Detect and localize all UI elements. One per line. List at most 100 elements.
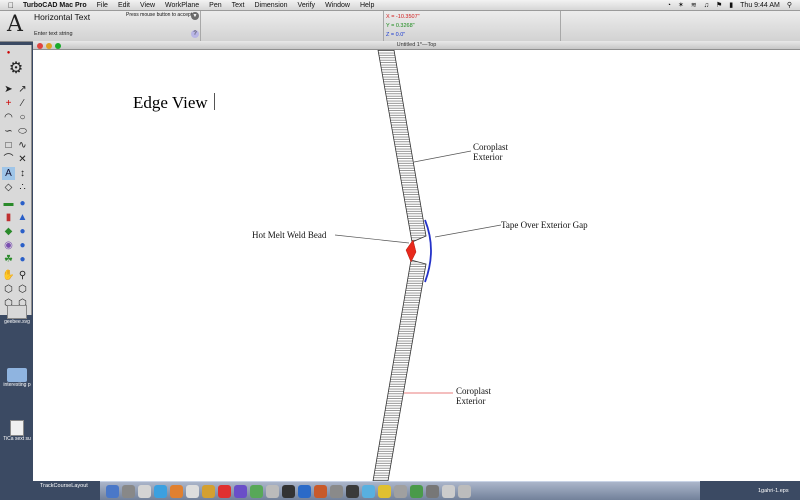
menu-list: TurboCAD Mac Pro File Edit View WorkPlan… — [23, 0, 374, 11]
menu-file[interactable]: File — [97, 0, 108, 11]
firefox-icon[interactable] — [170, 484, 183, 498]
menu-pen[interactable]: Pen — [209, 0, 221, 11]
app-icon[interactable] — [314, 484, 327, 498]
app-icon[interactable] — [394, 484, 407, 498]
select-node-icon[interactable]: ↗ — [16, 83, 29, 96]
arc-icon[interactable]: ◠ — [2, 111, 15, 124]
curve-icon[interactable]: ∽ — [2, 125, 15, 138]
menu-workplane[interactable]: WorkPlane — [165, 0, 199, 11]
pan-hand-icon[interactable]: ✋ — [2, 269, 15, 282]
minimize-window-icon[interactable] — [46, 42, 52, 49]
app-icon[interactable] — [378, 484, 391, 498]
dock — [100, 481, 700, 500]
leader-weld — [334, 234, 410, 244]
close-window-icon[interactable] — [37, 42, 43, 49]
app-icon[interactable] — [426, 484, 439, 498]
menu-view[interactable]: View — [140, 0, 155, 11]
terminal-icon[interactable] — [282, 484, 295, 498]
zoom-icon[interactable]: ⚲ — [16, 269, 29, 282]
view-cube-icon[interactable]: ⬡ — [2, 283, 15, 296]
finder-icon[interactable] — [106, 484, 119, 498]
view-iso-icon[interactable]: ⬡ — [16, 283, 29, 296]
box-icon[interactable]: ▮ — [2, 211, 15, 224]
iphoto-icon[interactable] — [250, 484, 263, 498]
battery-icon[interactable]: ▮ — [729, 0, 733, 11]
app-icon[interactable] — [330, 484, 343, 498]
calendar-icon[interactable] — [218, 484, 231, 498]
trash-icon[interactable] — [458, 484, 471, 498]
zoom-window-icon[interactable] — [55, 42, 61, 49]
preview-icon[interactable] — [202, 484, 215, 498]
boolean-icon[interactable]: ● — [16, 239, 29, 252]
revolve-icon[interactable]: ◆ — [2, 225, 15, 238]
dashboard-icon[interactable] — [122, 484, 135, 498]
app-icon[interactable] — [362, 484, 375, 498]
document-icon — [10, 420, 24, 436]
coordinate-readout: X = -10.3507" Y = 0.3268" Z = 0.0" — [386, 13, 420, 40]
render-icon[interactable]: ● — [16, 253, 29, 266]
plane-icon[interactable]: ▬ — [2, 197, 15, 210]
turbocad-icon[interactable] — [298, 484, 311, 498]
menu-verify[interactable]: Verify — [298, 0, 316, 11]
eraser-icon[interactable]: ◇ — [2, 181, 15, 194]
spline-icon[interactable]: ∿ — [16, 139, 29, 152]
text-tool-icon[interactable]: A — [2, 167, 15, 180]
textedit-icon[interactable] — [186, 484, 199, 498]
drawing-canvas[interactable]: Edge View Coroplast Exterior Tape Over E… — [33, 50, 800, 481]
desktop-file-eps[interactable]: 1gahri-1.eps — [758, 488, 789, 494]
ellipse-icon[interactable]: ⬭ — [16, 125, 29, 138]
app-icon[interactable] — [410, 484, 423, 498]
menu-edit[interactable]: Edit — [118, 0, 130, 11]
label-coroplast-bottom: Coroplast Exterior — [456, 386, 491, 406]
edge-view-drawing — [334, 50, 502, 481]
label-weld: Hot Melt Weld Bead — [252, 230, 327, 240]
trim-icon[interactable]: ✕ — [16, 153, 29, 166]
flag-icon[interactable]: ⚑ — [716, 0, 722, 11]
system-prefs-icon[interactable] — [266, 484, 279, 498]
menu-window[interactable]: Window — [325, 0, 350, 11]
menu-text[interactable]: Text — [232, 0, 245, 11]
select-arrow-icon[interactable]: ➤ — [2, 83, 15, 96]
coord-x: X = -10.3507" — [386, 14, 420, 20]
desktop-file-geebee[interactable]: geebee.svg — [0, 305, 34, 325]
extrude-icon[interactable]: ▲ — [16, 211, 29, 224]
sphere-icon[interactable]: ● — [16, 197, 29, 210]
tool-palette: ● ⚙ ➤ ↗ + ∕ ◠ ○ ∽ ⬭ □ ∿ ⌒ ✕ A ↕ ◇ ∴ ▬ ● … — [0, 45, 32, 315]
surface-icon[interactable]: ◉ — [2, 239, 15, 252]
app-icon[interactable] — [346, 484, 359, 498]
material-icon[interactable]: ☘ — [2, 253, 15, 266]
help-icon[interactable]: ? — [191, 30, 199, 38]
circle-icon[interactable]: ○ — [16, 111, 29, 124]
menu-dimension[interactable]: Dimension — [254, 0, 287, 11]
menu-app[interactable]: TurboCAD Mac Pro — [23, 0, 87, 11]
lower-coroplast-panel — [372, 259, 427, 481]
point-icon[interactable]: + — [2, 97, 15, 110]
rectangle-icon[interactable]: □ — [2, 139, 15, 152]
solid-icon[interactable]: ● — [16, 225, 29, 238]
spotlight-icon[interactable]: ⚲ — [787, 0, 792, 11]
safari-icon[interactable] — [154, 484, 167, 498]
desktop-file-tica[interactable]: TiCa sext su — [0, 420, 34, 442]
bluetooth-icon[interactable]: ✶ — [678, 0, 684, 11]
line-icon[interactable]: ∕ — [16, 97, 29, 110]
desktop-file-label: TiCa sext su — [3, 436, 31, 442]
drawing-window: Untitled 1*—Top Edge View Coroplast Exte… — [33, 41, 800, 481]
nodes-icon[interactable]: ∴ — [16, 181, 29, 194]
fillet-icon[interactable]: ⌒ — [2, 153, 15, 166]
itunes-icon[interactable] — [234, 484, 247, 498]
tape-strip — [424, 219, 432, 283]
volume-icon[interactable]: ♫ — [704, 0, 709, 11]
options-dropdown-icon[interactable]: ▼ — [191, 12, 199, 20]
mail-icon[interactable] — [138, 484, 151, 498]
apple-menu-icon[interactable]:  — [8, 0, 14, 11]
menu-help[interactable]: Help — [360, 0, 374, 11]
wifi-icon[interactable]: ≋ — [691, 0, 697, 11]
downloads-stack-icon[interactable] — [442, 484, 455, 498]
dimension-icon[interactable]: ↕ — [16, 167, 29, 180]
desktop-file-trackcourse[interactable]: TrackCourseLayout — [40, 483, 88, 489]
tool-hint: Press mouse button to accept — [126, 12, 193, 18]
menubar-clock[interactable]: Thu 9:44 AM — [740, 0, 780, 11]
desktop-folder-interesting[interactable]: interesting p — [0, 368, 34, 388]
gear-icon[interactable]: ⚙ — [6, 59, 26, 79]
time-machine-icon[interactable]: ◔ — [667, 0, 671, 11]
